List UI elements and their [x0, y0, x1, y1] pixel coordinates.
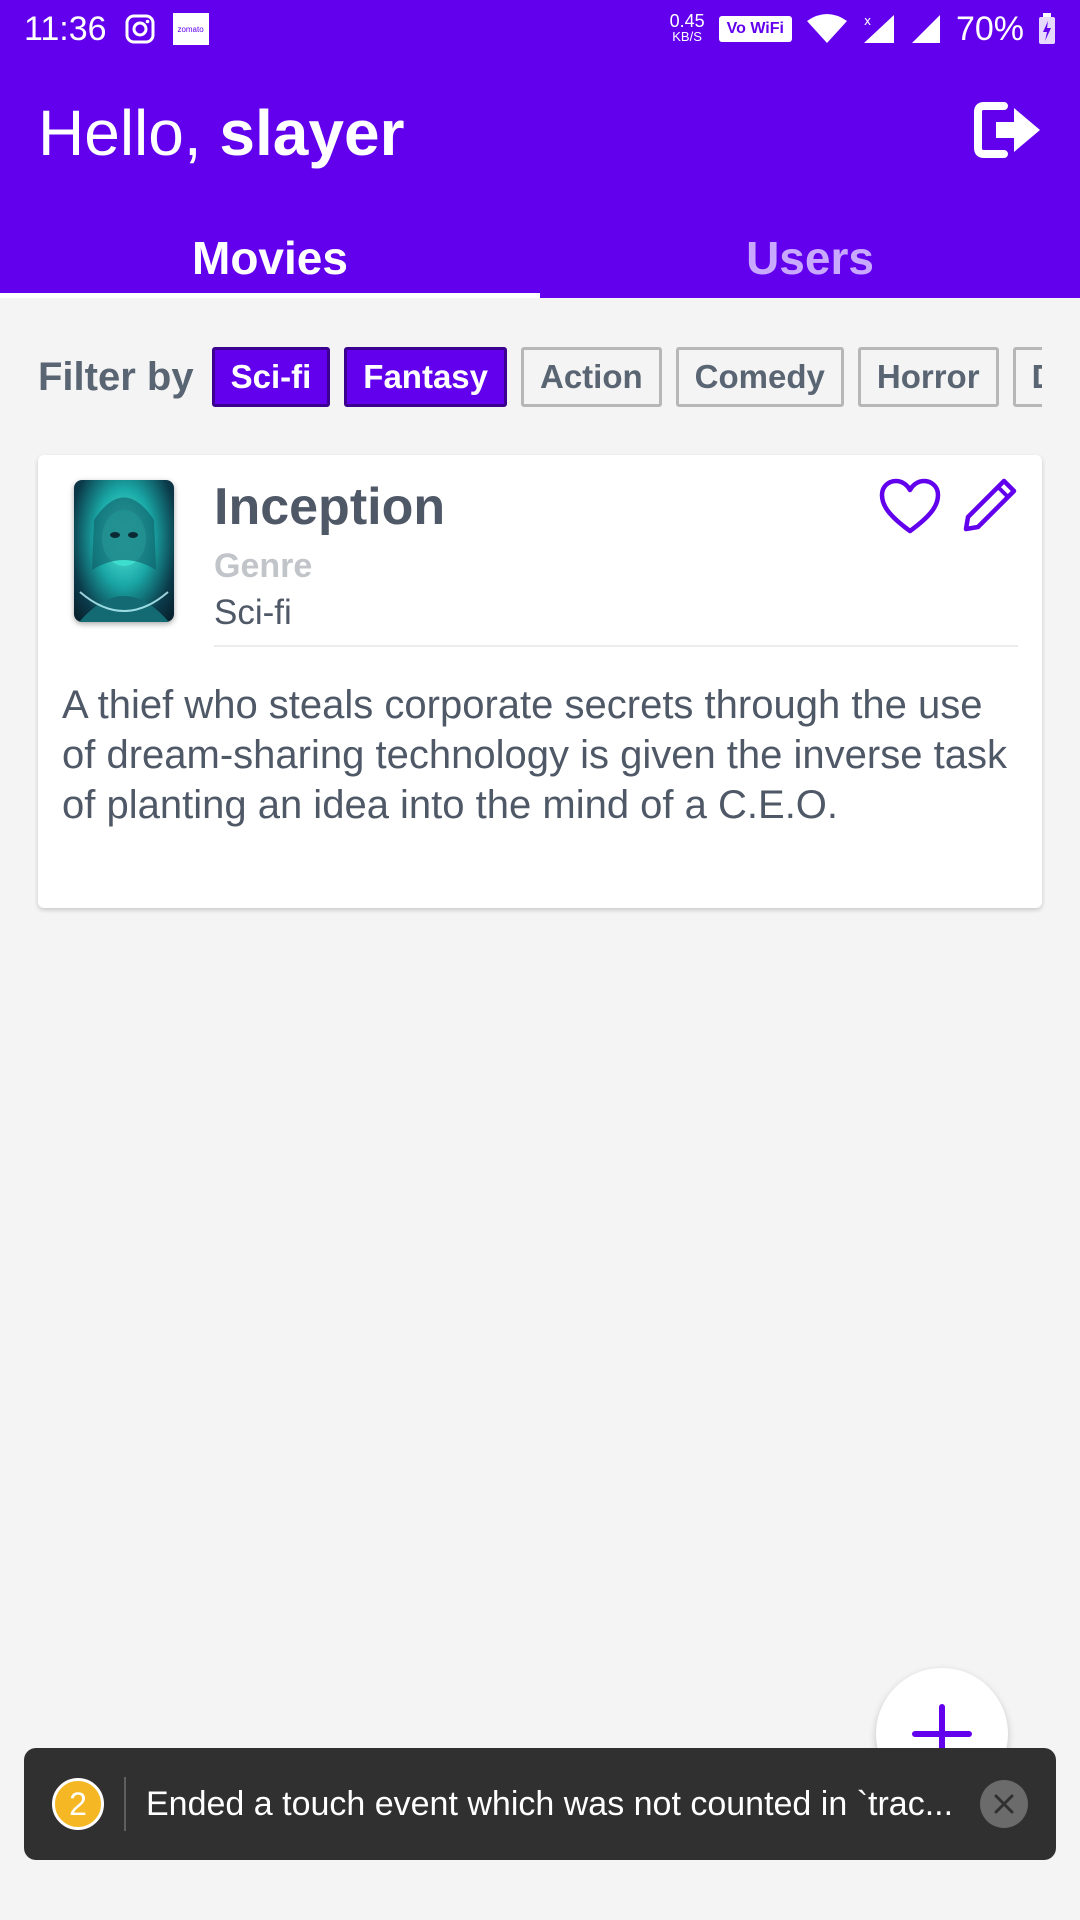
greeting: Hello, slayer: [38, 96, 404, 170]
vowifi-badge: Vo WiFi: [718, 16, 792, 42]
signal-icon: x: [862, 13, 896, 45]
status-time: 11:36: [24, 9, 107, 48]
wifi-icon: [806, 13, 848, 45]
tab-users[interactable]: Users: [540, 218, 1080, 298]
tab-bar: Movies Users: [0, 218, 1080, 298]
filter-chip-drama[interactable]: Drama: [1012, 347, 1042, 407]
signal-icon-2: [910, 13, 942, 45]
movie-poster: [74, 480, 174, 622]
movie-description: A thief who steals corporate secrets thr…: [62, 683, 1007, 827]
battery-percent: 70%: [955, 9, 1024, 48]
filter-chip-fantasy[interactable]: Fantasy: [344, 347, 507, 407]
network-speed: 0.45 KB/S: [669, 11, 705, 45]
movie-title: Inception: [214, 478, 446, 536]
instagram-icon: [125, 14, 155, 44]
genre-filter-row[interactable]: Filter by Sci-fi Fantasy Action Comedy H…: [38, 347, 1042, 407]
edit-button[interactable]: [960, 475, 1020, 535]
card-divider: [214, 645, 1018, 647]
genre-value: Sci-fi: [214, 593, 292, 632]
network-speed-value: 0.45: [669, 11, 705, 31]
status-bar: 11:36 zomato 0.45 KB/S Vo WiFi x 70%: [0, 0, 1080, 58]
tab-movies[interactable]: Movies: [0, 218, 540, 298]
battery-charging-icon: [1038, 13, 1056, 45]
favorite-button[interactable]: [878, 477, 942, 537]
app-bar: Hello, slayer Movies Users: [0, 58, 1080, 298]
tab-indicator: [0, 293, 540, 298]
filter-label: Filter by: [38, 354, 194, 399]
filter-chip-horror[interactable]: Horror: [857, 347, 999, 407]
username: slayer: [219, 97, 405, 169]
toast-close-button[interactable]: [980, 1780, 1028, 1828]
toast-message: Ended a touch event which was not counte…: [146, 1784, 954, 1823]
network-speed-unit: KB/S: [672, 29, 702, 44]
filter-chip-scifi[interactable]: Sci-fi: [211, 347, 331, 407]
greeting-prefix: Hello,: [38, 97, 220, 169]
filter-chip-action[interactable]: Action: [521, 347, 662, 407]
movie-card[interactable]: Inception Genre Sci-fi A thief who steal…: [38, 455, 1042, 908]
zomato-icon: zomato: [172, 13, 209, 45]
pencil-icon: [963, 478, 1017, 532]
logout-button[interactable]: [974, 100, 1044, 160]
logout-icon: [974, 102, 1040, 158]
toast-count-badge: 2: [52, 1778, 104, 1830]
debug-toast[interactable]: 2 Ended a touch event which was not coun…: [24, 1748, 1056, 1860]
close-icon: [994, 1794, 1014, 1814]
svg-text:x: x: [864, 14, 871, 28]
toast-separator: [124, 1777, 126, 1831]
filter-chip-comedy[interactable]: Comedy: [675, 347, 844, 407]
heart-outline-icon: [879, 478, 941, 534]
genre-label: Genre: [214, 547, 313, 585]
